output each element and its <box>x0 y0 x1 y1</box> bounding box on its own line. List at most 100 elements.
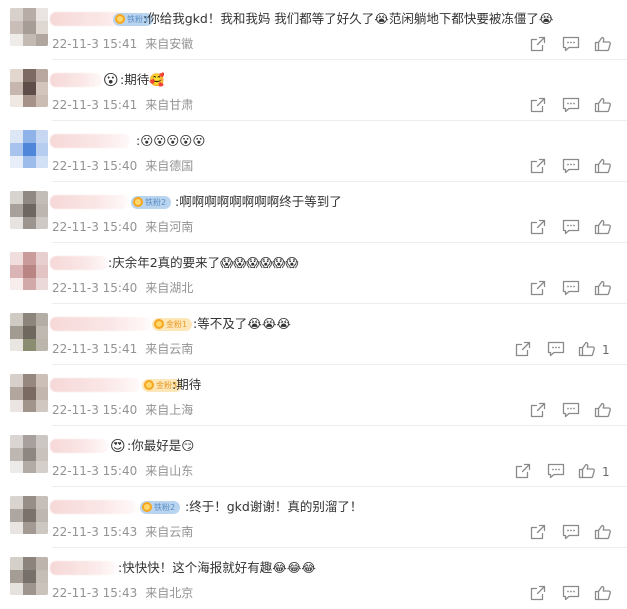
badge-icon <box>142 502 152 512</box>
avatar[interactable] <box>10 496 48 534</box>
share-button[interactable] <box>530 280 550 298</box>
thumbs-up-icon <box>594 585 614 601</box>
divider <box>52 486 627 487</box>
comment-meta: 22-11-3 15:40 来自上海 <box>52 401 193 418</box>
share-icon <box>530 402 550 418</box>
comment-time: 22-11-3 15:40 <box>52 220 138 234</box>
divider <box>52 547 627 548</box>
thumbs-up-icon <box>594 97 614 113</box>
username-blurred[interactable] <box>50 73 102 87</box>
like-button[interactable] <box>594 280 614 298</box>
comment-icon <box>547 463 567 479</box>
reply-button[interactable] <box>562 97 582 115</box>
comment-item: 铁粉2 :啊啊啊啊啊啊啊啊终于等到了 22-11-3 15:40 来自河南 <box>0 183 627 243</box>
comment-time: 22-11-3 15:40 <box>52 464 138 478</box>
avatar[interactable] <box>10 435 48 473</box>
username-blurred[interactable] <box>50 561 116 575</box>
share-button[interactable] <box>530 219 550 237</box>
avatar[interactable] <box>10 313 48 351</box>
share-icon <box>515 463 535 479</box>
like-button[interactable] <box>594 36 614 54</box>
avatar[interactable] <box>10 252 48 290</box>
username-emoji: 😮 <box>103 71 119 89</box>
comment-icon <box>562 36 582 52</box>
badge-icon <box>133 197 143 207</box>
reply-button[interactable] <box>562 585 582 603</box>
avatar[interactable] <box>10 8 48 46</box>
avatar[interactable] <box>10 69 48 107</box>
share-button[interactable] <box>530 585 550 603</box>
comment-location: 来自山东 <box>145 464 194 478</box>
thumbs-up-icon <box>594 219 614 235</box>
comment-item: 😍:你最好是😏 22-11-3 15:40 来自山东 1 <box>0 427 627 487</box>
comment-text: :啊啊啊啊啊啊啊啊终于等到了 <box>175 194 342 209</box>
comment-location: 来自云南 <box>145 525 194 539</box>
comment-meta: 22-11-3 15:40 来自河南 <box>52 218 193 235</box>
like-button[interactable] <box>594 585 614 603</box>
share-button[interactable] <box>530 402 550 420</box>
comment-meta: 22-11-3 15:40 来自山东 <box>52 462 193 479</box>
comment-meta: 22-11-3 15:41 来自甘肃 <box>52 96 193 113</box>
like-button[interactable] <box>594 158 614 176</box>
username-blurred[interactable] <box>50 195 128 209</box>
username-blurred[interactable] <box>50 439 108 453</box>
avatar[interactable] <box>10 557 48 595</box>
share-button[interactable] <box>530 524 550 542</box>
fan-badge-label: 铁粉2 <box>145 198 167 207</box>
share-button[interactable] <box>515 341 535 359</box>
comment-meta: 22-11-3 15:43 来自云南 <box>52 523 193 540</box>
comment-item: 金粉1:等不及了😭😭😭 22-11-3 15:41 来自云南 1 <box>0 305 627 365</box>
username-emoji: 😍 <box>110 437 126 455</box>
username-blurred[interactable] <box>50 378 140 392</box>
like-button[interactable] <box>594 219 614 237</box>
thumbs-up-icon <box>594 280 614 296</box>
thumbs-up-icon <box>594 158 614 174</box>
comment-location: 来自河南 <box>145 220 194 234</box>
avatar[interactable] <box>10 374 48 412</box>
reply-button[interactable] <box>562 219 582 237</box>
reply-button[interactable] <box>547 341 567 359</box>
like-count: 1 <box>602 343 610 357</box>
avatar[interactable] <box>10 130 48 168</box>
share-button[interactable] <box>515 463 535 481</box>
like-button[interactable] <box>594 97 614 115</box>
comment-text: :期待 <box>172 377 202 392</box>
comment-time: 22-11-3 15:43 <box>52 525 138 539</box>
share-icon <box>530 280 550 296</box>
comment-text: :期待🥰 <box>120 72 165 87</box>
comment-location: 来自湖北 <box>145 281 194 295</box>
share-button[interactable] <box>530 158 550 176</box>
reply-button[interactable] <box>562 402 582 420</box>
comment-location: 来自云南 <box>145 342 194 356</box>
share-icon <box>530 585 550 601</box>
share-button[interactable] <box>530 36 550 54</box>
reply-button[interactable] <box>562 158 582 176</box>
reply-button[interactable] <box>562 36 582 54</box>
like-button[interactable] <box>594 524 614 542</box>
divider <box>52 425 627 426</box>
avatar[interactable] <box>10 191 48 229</box>
comment-icon <box>562 219 582 235</box>
like-button[interactable] <box>578 463 598 481</box>
like-button[interactable] <box>594 402 614 420</box>
share-button[interactable] <box>530 97 550 115</box>
reply-button[interactable] <box>562 524 582 542</box>
comment-text: :等不及了😭😭😭 <box>193 316 292 331</box>
comment-time: 22-11-3 15:40 <box>52 403 138 417</box>
username-blurred[interactable] <box>50 500 136 514</box>
comment-time: 22-11-3 15:41 <box>52 342 138 356</box>
share-icon <box>515 341 535 357</box>
comment-item: :快快快！这个海报就好有趣😂😂😂 22-11-3 15:43 来自北京 <box>0 549 627 609</box>
comment-text: :😮😮😮😮😮 <box>136 133 206 148</box>
comment-icon <box>562 158 582 174</box>
username-blurred[interactable] <box>50 317 150 331</box>
comment-item: 😮:期待🥰 22-11-3 15:41 来自甘肃 <box>0 61 627 121</box>
fan-badge: 铁粉2 <box>140 501 181 514</box>
username-blurred[interactable] <box>50 134 130 148</box>
username-blurred[interactable] <box>50 256 108 270</box>
reply-button[interactable] <box>547 463 567 481</box>
comment-meta: 22-11-3 15:40 来自湖北 <box>52 279 193 296</box>
share-icon <box>530 524 550 540</box>
like-button[interactable] <box>578 341 598 359</box>
reply-button[interactable] <box>562 280 582 298</box>
